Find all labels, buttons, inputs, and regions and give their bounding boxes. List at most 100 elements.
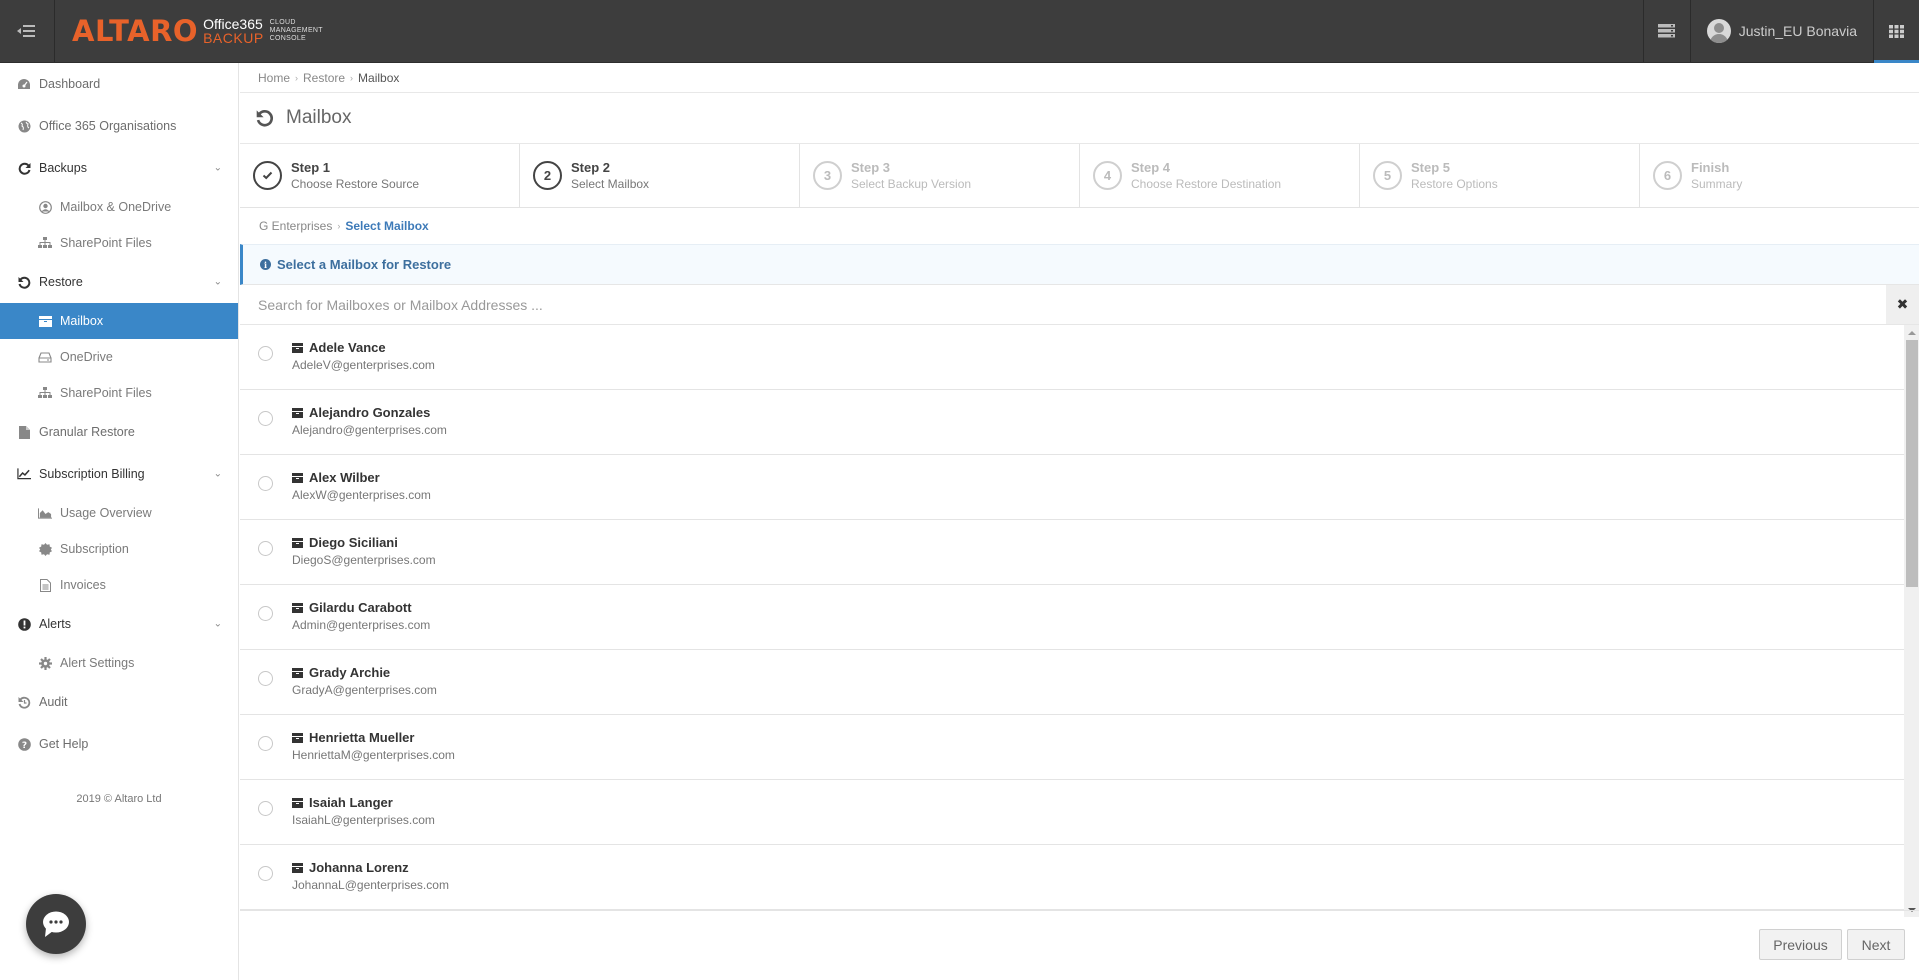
mailbox-radio[interactable] bbox=[258, 671, 273, 686]
mailbox-radio[interactable] bbox=[258, 736, 273, 751]
sidebar-item-invoices[interactable]: Invoices bbox=[0, 567, 238, 603]
mailbox-radio[interactable] bbox=[258, 866, 273, 881]
chevron-down-icon: ⌄ bbox=[213, 162, 222, 174]
mailbox-list-container: Adele Vance AdeleV@genterprises.com Alejan… bbox=[240, 325, 1919, 917]
mailbox-archive-icon bbox=[292, 668, 303, 678]
mailbox-row[interactable]: Henrietta Mueller HenriettaM@genterprises… bbox=[240, 715, 1904, 780]
sidebar-item-alerts[interactable]: Alerts ⌄ bbox=[0, 603, 238, 645]
sidebar-item-granular-restore[interactable]: Granular Restore bbox=[0, 411, 238, 453]
page-title: Mailbox bbox=[240, 93, 1919, 144]
sidebar-item-restore[interactable]: Restore ⌄ bbox=[0, 261, 238, 303]
mailbox-radio[interactable] bbox=[258, 411, 273, 426]
sidebar-item-dashboard[interactable]: Dashboard bbox=[0, 63, 238, 105]
breadcrumb-separator-icon: › bbox=[337, 221, 341, 231]
sidebar-item-restore-mailbox[interactable]: Mailbox bbox=[0, 303, 238, 339]
sidebar-item-backups[interactable]: Backups ⌄ bbox=[0, 147, 238, 189]
mailbox-name: Alex Wilber bbox=[309, 470, 380, 485]
area-chart-icon bbox=[38, 506, 52, 520]
mailbox-email: HenriettaM@genterprises.com bbox=[292, 748, 455, 762]
sitemap-icon bbox=[38, 236, 52, 250]
scroll-up-arrow-icon[interactable] bbox=[1904, 325, 1919, 340]
mailbox-radio[interactable] bbox=[258, 606, 273, 621]
step-number-badge: 5 bbox=[1373, 161, 1402, 190]
mailbox-list: Adele Vance AdeleV@genterprises.com Alejan… bbox=[240, 325, 1904, 910]
undo-icon bbox=[17, 275, 31, 289]
wizard-step-finish: 6 Finish Summary bbox=[1640, 144, 1919, 207]
mailbox-radio[interactable] bbox=[258, 541, 273, 556]
page-title-text: Mailbox bbox=[286, 107, 352, 128]
info-banner-text: Select a Mailbox for Restore bbox=[277, 257, 452, 272]
file-text-icon bbox=[38, 578, 52, 592]
mailbox-row[interactable]: Johanna Lorenz JohannaL@genterprises.com bbox=[240, 845, 1904, 910]
mailbox-email: AdeleV@genterprises.com bbox=[292, 358, 435, 372]
sidebar-item-backup-sharepoint-files[interactable]: SharePoint Files bbox=[0, 225, 238, 261]
sidebar-item-office365-organisations[interactable]: Office 365 Organisations bbox=[0, 105, 238, 147]
mailbox-archive-icon bbox=[292, 798, 303, 808]
mailbox-email: AlexW@genterprises.com bbox=[292, 488, 431, 502]
wizard-step-1[interactable]: Step 1 Choose Restore Source bbox=[240, 144, 520, 207]
mailbox-row[interactable]: Gilardu Carabott Admin@genterprises.com bbox=[240, 585, 1904, 650]
mailbox-row[interactable]: Alejandro Gonzales Alejandro@genterprises… bbox=[240, 390, 1904, 455]
mailbox-archive-icon bbox=[292, 603, 303, 613]
mailbox-row[interactable]: Alex Wilber AlexW@genterprises.com bbox=[240, 455, 1904, 520]
clear-search-button[interactable]: ✖ bbox=[1886, 285, 1919, 324]
sidebar-toggle-button[interactable] bbox=[0, 0, 55, 62]
apps-grid-icon bbox=[1889, 24, 1904, 38]
breadcrumb-restore[interactable]: Restore bbox=[303, 71, 345, 85]
breadcrumb-home[interactable]: Home bbox=[258, 71, 290, 85]
sidebar-item-subscription[interactable]: Subscription bbox=[0, 531, 238, 567]
main-content: Home › Restore › Mailbox Mailbox Step 1 … bbox=[240, 63, 1919, 980]
mailbox-radio[interactable] bbox=[258, 346, 273, 361]
chat-button[interactable] bbox=[26, 894, 86, 954]
cog-icon bbox=[38, 656, 52, 670]
wizard-step-2[interactable]: 2 Step 2 Select Mailbox bbox=[520, 144, 800, 207]
mailbox-row[interactable]: Grady Archie GradyA@genterprises.com bbox=[240, 650, 1904, 715]
server-list-button[interactable] bbox=[1642, 0, 1690, 62]
sidebar-item-get-help[interactable]: ? Get Help bbox=[0, 723, 238, 765]
top-bar: ALTARO Office365 BACKUP CLOUD MANAGEMENT… bbox=[0, 0, 1919, 63]
mailbox-row[interactable]: Adele Vance AdeleV@genterprises.com bbox=[240, 325, 1904, 390]
user-avatar-icon bbox=[1706, 19, 1731, 43]
dashboard-icon bbox=[17, 77, 31, 91]
sidebar-item-mailbox-onedrive[interactable]: Mailbox & OneDrive bbox=[0, 189, 238, 225]
mailbox-row[interactable]: Diego Siciliani DiegoS@genterprises.com bbox=[240, 520, 1904, 585]
mailbox-archive-icon bbox=[292, 863, 303, 873]
sidebar-item-restore-sharepoint-files[interactable]: SharePoint Files bbox=[0, 375, 238, 411]
breadcrumb-separator-icon: › bbox=[350, 72, 354, 83]
copyright: 2019 © Altaro Ltd bbox=[76, 793, 162, 805]
question-circle-icon: ? bbox=[17, 737, 31, 751]
user-circle-icon bbox=[38, 200, 52, 214]
scrollbar-thumb[interactable] bbox=[1906, 340, 1918, 587]
mailbox-radio[interactable] bbox=[258, 801, 273, 816]
undo-icon bbox=[256, 109, 274, 127]
mailbox-email: IsaiahL@genterprises.com bbox=[292, 813, 435, 827]
list-scrollbar[interactable] bbox=[1904, 325, 1919, 917]
chat-bubble-icon bbox=[43, 911, 69, 937]
apps-grid-button[interactable] bbox=[1873, 0, 1919, 63]
search-bar: ✖ bbox=[240, 285, 1919, 325]
sidebar-item-audit[interactable]: Audit bbox=[0, 681, 238, 723]
mailbox-archive-icon bbox=[292, 343, 303, 353]
info-banner: i Select a Mailbox for Restore bbox=[240, 244, 1919, 285]
user-menu[interactable]: Justin_EU Bonavia bbox=[1689, 0, 1873, 62]
sidebar-item-usage-overview[interactable]: Usage Overview bbox=[0, 495, 238, 531]
mailbox-row[interactable]: Isaiah Langer IsaiahL@genterprises.com bbox=[240, 780, 1904, 845]
mailbox-radio[interactable] bbox=[258, 476, 273, 491]
altaro-logo[interactable]: ALTARO Office365 BACKUP CLOUD MANAGEMENT… bbox=[55, 0, 323, 62]
hdd-icon bbox=[38, 350, 52, 364]
sidebar-item-alert-settings[interactable]: Alert Settings bbox=[0, 645, 238, 681]
mailbox-archive-icon bbox=[292, 538, 303, 548]
sub-breadcrumb: G Enterprises › Select Mailbox bbox=[240, 208, 1919, 244]
sub-breadcrumb-org[interactable]: G Enterprises bbox=[259, 219, 332, 233]
mailbox-search-input[interactable] bbox=[240, 285, 1886, 324]
sidebar-item-restore-onedrive[interactable]: OneDrive bbox=[0, 339, 238, 375]
logo-console-text: CLOUD MANAGEMENT CONSOLE bbox=[269, 19, 323, 42]
previous-button[interactable]: Previous bbox=[1759, 929, 1842, 960]
breadcrumb-current: Mailbox bbox=[358, 70, 400, 85]
sub-breadcrumb-current: Select Mailbox bbox=[345, 219, 429, 233]
info-circle-icon: i bbox=[260, 259, 271, 270]
next-button[interactable]: Next bbox=[1847, 929, 1905, 960]
globe-icon bbox=[17, 119, 31, 133]
sidebar-item-subscription-billing[interactable]: Subscription Billing ⌄ bbox=[0, 453, 238, 495]
wizard-footer: Previous Next bbox=[240, 910, 1919, 980]
